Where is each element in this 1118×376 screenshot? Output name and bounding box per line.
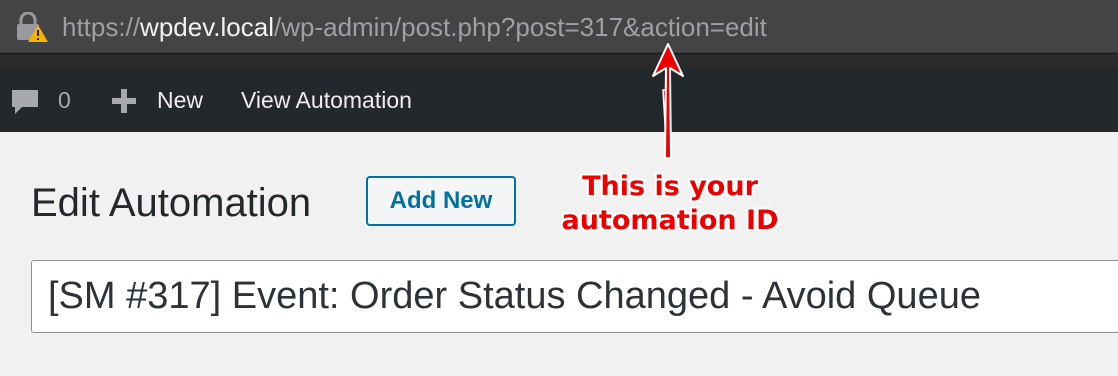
annotation-label: This is your automation ID: [540, 170, 800, 238]
add-new-button[interactable]: Add New: [366, 176, 516, 226]
plus-icon[interactable]: [111, 88, 137, 114]
url-prefix: https://: [62, 12, 141, 42]
view-automation-link[interactable]: View Automation: [241, 68, 412, 132]
url-path: /wp-admin/post.php?post=317&action=edit: [273, 12, 767, 42]
url-text[interactable]: https://wpdev.local/wp-admin/post.php?po…: [62, 11, 767, 43]
post-title-input[interactable]: [SM #317] Event: Order Status Changed - …: [31, 260, 1118, 333]
annotation-line-1: This is your: [582, 171, 758, 202]
comment-icon[interactable]: [10, 88, 40, 116]
annotation-line-2: automation ID: [561, 205, 779, 236]
annotation-arrow: [652, 43, 684, 159]
new-button[interactable]: New: [157, 68, 203, 132]
page-title: Edit Automation: [31, 181, 312, 225]
comment-count[interactable]: 0: [58, 68, 71, 132]
browser-toolbar: https://wpdev.local/wp-admin/post.php?po…: [0, 0, 1118, 54]
address-bar[interactable]: https://wpdev.local/wp-admin/post.php?po…: [0, 0, 1118, 52]
wp-admin-bar: 0 New View Automation: [0, 68, 1118, 132]
toolbar-divider: [0, 54, 1118, 68]
url-domain: wpdev.local: [140, 12, 274, 42]
lock-warning-icon[interactable]: [14, 12, 48, 42]
